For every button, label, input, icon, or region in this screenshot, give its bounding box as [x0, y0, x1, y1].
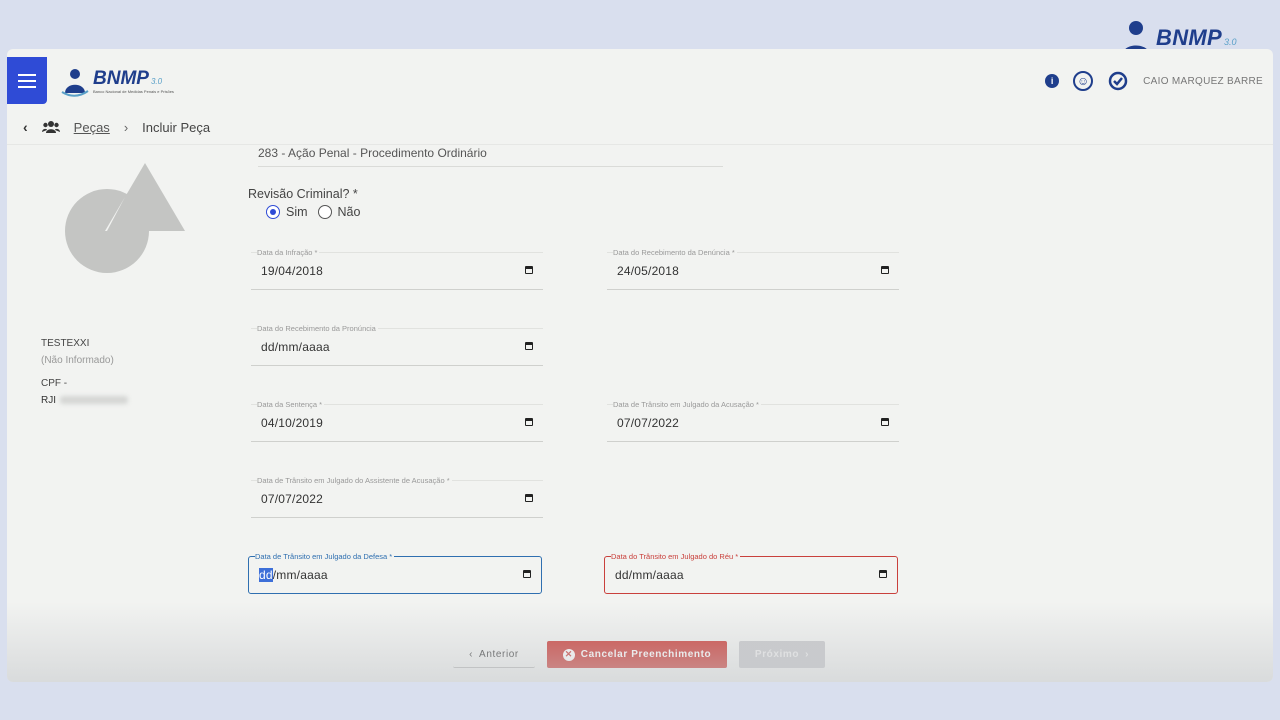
data-transito-defesa-field[interactable]: Data de Trânsito em Julgado da Defesa * … — [248, 552, 542, 594]
radio-nao-button[interactable] — [317, 205, 332, 219]
data-infracao-value[interactable]: 19/04/2018 — [261, 264, 323, 278]
data-transito-assistente-field[interactable]: Data de Trânsito em Julgado do Assistent… — [251, 476, 543, 518]
data-transito-defesa-value[interactable]: dd/mm/aaaa — [259, 568, 328, 582]
data-recebimento-denuncia-field[interactable]: Data do Recebimento da Denúncia * 24/05/… — [607, 248, 899, 290]
data-infracao-label: Data da Infração * — [257, 248, 320, 257]
data-sentenca-value[interactable]: 04/10/2019 — [261, 416, 323, 430]
breadcrumb-separator: › — [123, 119, 129, 135]
calendar-icon[interactable] — [523, 570, 531, 578]
brand-version: 3.0 — [150, 76, 163, 86]
person-info: TESTEXXI (Não Informado) CPF - RJI — [41, 335, 128, 409]
procedure-field[interactable]: 283 - Ação Penal - Procedimento Ordinári… — [258, 146, 723, 167]
calendar-icon[interactable] — [525, 418, 533, 426]
data-transito-reu-label: Data do Trânsito em Julgado do Réu * — [611, 552, 741, 561]
cancelar-preenchimento-button[interactable]: ✕ Cancelar Preenchimento — [547, 641, 727, 668]
data-transito-defesa-value-rest: /mm/aaaa — [272, 568, 328, 582]
breadcrumb-divider — [7, 144, 1273, 145]
calendar-icon[interactable] — [525, 494, 533, 502]
hamburger-icon — [18, 79, 36, 82]
cancelar-label: Cancelar Preenchimento — [580, 649, 712, 660]
data-recebimento-pronuncia-value[interactable]: dd/mm/aaaa — [261, 340, 330, 354]
data-recebimento-pronuncia-label: Data do Recebimento da Pronúncia — [257, 324, 378, 333]
radio-nao-label: Não — [337, 205, 361, 219]
chevron-left-icon: ‹ — [469, 648, 474, 660]
radio-sim-button[interactable] — [266, 205, 280, 219]
data-recebimento-denuncia-label: Data do Recebimento da Denúncia * — [613, 248, 737, 257]
data-recebimento-pronuncia-field[interactable]: Data do Recebimento da Pronúncia dd/mm/a… — [251, 324, 543, 366]
breadcrumb-current: Incluir Peça — [142, 119, 211, 135]
users-icon — [41, 121, 60, 133]
corner-brand-version: 3.0 — [1223, 36, 1237, 47]
breadcrumb: ‹ Peças › Incluir Peça — [23, 119, 210, 135]
calendar-icon[interactable] — [881, 266, 889, 274]
data-transito-defesa-label: Data de Trânsito em Julgado da Defesa * — [255, 552, 395, 561]
user-badge-icon[interactable] — [1107, 71, 1129, 91]
brand-subtitle: Banco Nacional de Medidas Penais e Prisõ… — [93, 88, 174, 94]
brand-name: BNMP — [93, 67, 149, 89]
data-infracao-field[interactable]: Data da Infração * 19/04/2018 — [251, 248, 543, 290]
username-label[interactable]: CAIO MARQUEZ BARRE — [1143, 76, 1263, 87]
anterior-button[interactable]: ‹ Anterior — [453, 641, 535, 668]
person-name: TESTEXXI — [41, 338, 90, 349]
close-circle-icon: ✕ — [562, 648, 575, 661]
breadcrumb-link-pecas[interactable]: Peças — [74, 120, 110, 135]
placeholder-avatar-shapes — [65, 163, 185, 273]
data-transito-assistente-label: Data de Trânsito em Julgado do Assistent… — [257, 476, 452, 485]
data-transito-assistente-value[interactable]: 07/07/2022 — [261, 492, 323, 506]
data-transito-acusacao-value[interactable]: 07/07/2022 — [617, 416, 679, 430]
app-logo[interactable]: BNMP 3.0 Banco Nacional de Medidas Penais… — [61, 61, 174, 101]
chevron-left-icon[interactable]: ‹ — [23, 119, 28, 135]
header-actions: i ☺ CAIO MARQUEZ BARRE — [1045, 71, 1263, 91]
revisao-criminal-label: Revisão Criminal? * — [248, 187, 358, 201]
form-actions: ‹ Anterior ✕ Cancelar Preenchimento Próx… — [453, 641, 825, 668]
radio-sim-label: Sim — [286, 205, 308, 219]
hamburger-menu-button[interactable] — [7, 57, 47, 104]
corner-brand-name: BNMP — [1156, 24, 1222, 50]
person-cpf: CPF - — [41, 378, 68, 389]
person-logo-icon — [61, 69, 89, 97]
data-transito-acusacao-label: Data de Trânsito em Julgado da Acusação … — [613, 400, 761, 409]
data-sentenca-label: Data da Sentença * — [257, 400, 325, 409]
calendar-icon[interactable] — [879, 570, 887, 578]
radio-nao[interactable]: Não — [317, 205, 361, 219]
person-rji-redacted — [60, 396, 128, 405]
data-recebimento-denuncia-value[interactable]: 24/05/2018 — [617, 264, 679, 278]
calendar-icon[interactable] — [881, 418, 889, 426]
data-sentenca-field[interactable]: Data da Sentença * 04/10/2019 — [251, 400, 543, 442]
data-transito-reu-field[interactable]: Data do Trânsito em Julgado do Réu * dd/… — [604, 552, 898, 594]
person-status: (Não Informado) — [41, 355, 114, 366]
data-transito-acusacao-field[interactable]: Data de Trânsito em Julgado da Acusação … — [607, 400, 899, 442]
data-transito-defesa-value-selected: dd — [259, 568, 273, 582]
app-window: BNMP 3.0 Banco Nacional de Medidas Penais… — [7, 49, 1273, 682]
proximo-button[interactable]: Próximo › — [739, 641, 825, 668]
chevron-right-icon: › — [805, 649, 810, 660]
data-transito-reu-value[interactable]: dd/mm/aaaa — [615, 568, 684, 582]
calendar-icon[interactable] — [525, 266, 533, 274]
anterior-label: Anterior — [479, 648, 519, 660]
revisao-criminal-radios: Sim Não — [266, 205, 360, 219]
info-icon[interactable]: i — [1045, 74, 1060, 88]
proximo-label: Próximo — [754, 649, 800, 660]
person-rji-label: RJI — [41, 395, 56, 406]
calendar-icon[interactable] — [525, 342, 533, 350]
radio-sim[interactable]: Sim — [266, 205, 308, 219]
accessibility-icon[interactable]: ☺ — [1073, 71, 1094, 91]
